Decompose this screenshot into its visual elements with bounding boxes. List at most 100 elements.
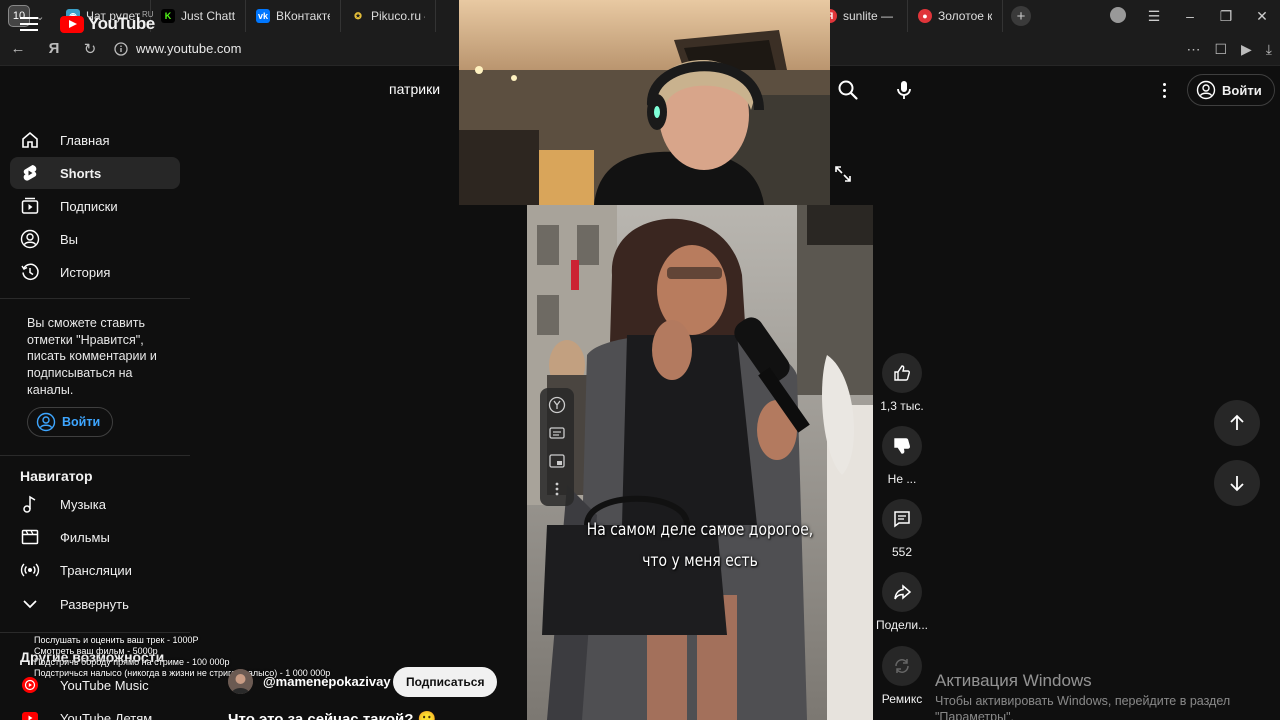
live-icon: [20, 563, 40, 577]
settings-more-icon[interactable]: [1157, 80, 1171, 100]
short-video-player[interactable]: [527, 205, 873, 720]
home-icon: [22, 131, 38, 148]
signin-button[interactable]: Войти: [1187, 74, 1275, 106]
next-short-button[interactable]: [1214, 460, 1260, 506]
streamer-webcam: [459, 0, 830, 205]
kick-icon: K: [161, 9, 175, 23]
sidebar-item-label: YouTube Music: [60, 678, 149, 693]
dislike-icon: [894, 438, 910, 454]
pikuco-icon: ✪: [354, 10, 362, 21]
video-subtitles: На самом деле самое дорогое, что у меня …: [558, 515, 842, 577]
activation-line: "Параметры".: [935, 710, 1014, 720]
sidebar-item-label: Подписки: [60, 199, 118, 214]
sidebar-item-youtube-kids[interactable]: YouTube Детям: [10, 702, 180, 720]
previous-short-button[interactable]: [1214, 400, 1260, 446]
short-video-frame: [527, 205, 873, 720]
tab-title: Just Chatting: [181, 9, 235, 23]
sidebar-item-label: YouTube Детям: [60, 711, 153, 720]
site-info-icon[interactable]: [114, 41, 128, 56]
window-controls: ☰ – ❐ ✕: [1100, 0, 1280, 32]
like-count: 1,3 тыс.: [880, 399, 924, 413]
subtitle-line: На самом деле самое дорогое,: [586, 520, 814, 540]
stream-donation-overlay: Послушать и оценить ваш трек - 1000Р Смо…: [34, 635, 330, 679]
like-button[interactable]: 1,3 тыс.: [876, 353, 928, 413]
sidebar-item-you[interactable]: Вы: [10, 223, 180, 255]
sidebar-signin-button[interactable]: Войти: [27, 407, 114, 437]
windows-activation-title: Активация Windows: [935, 671, 1092, 690]
webcam-image: [459, 0, 830, 205]
sidebar-item-label: Вы: [60, 232, 79, 247]
subscribe-button[interactable]: Подписаться: [393, 667, 498, 697]
navigator-section-title: Навигатор: [20, 468, 93, 484]
close-window-button[interactable]: ✕: [1244, 8, 1280, 25]
subtitles-icon[interactable]: [548, 424, 566, 442]
windows-activation-text: Чтобы активировать Windows, перейдите в …: [935, 693, 1230, 720]
search-icon[interactable]: [836, 78, 860, 102]
sidebar-item-history[interactable]: История: [10, 256, 180, 288]
search-input[interactable]: патрики: [389, 81, 440, 97]
share-icon: [894, 584, 912, 600]
microphone-icon[interactable]: [892, 78, 916, 102]
sidebar-item-home[interactable]: Главная: [10, 124, 180, 156]
sidebar-item-label: Развернуть: [60, 597, 129, 612]
channel-avatar[interactable]: [228, 669, 253, 694]
region-label: RU: [142, 10, 154, 19]
channel-name[interactable]: @mamenepokazivay: [263, 674, 391, 689]
signin-label: Войти: [62, 415, 101, 429]
sidebar-item-live[interactable]: Трансляции: [10, 554, 180, 586]
remix-icon: [895, 659, 909, 673]
share-button[interactable]: Подели...: [876, 572, 928, 632]
profile-icon[interactable]: [1100, 6, 1136, 26]
picture-in-picture-icon[interactable]: [548, 452, 566, 470]
share-label: Подели...: [876, 618, 929, 632]
sidebar-item-expand[interactable]: Развернуть: [10, 588, 180, 620]
short-title: Что это за сейчас такой? 😮: [228, 711, 437, 720]
youtube-logo[interactable]: YouTube RU: [60, 10, 155, 34]
sidebar-item-label: Shorts: [60, 166, 102, 181]
url-text: www.youtube.com: [136, 41, 242, 56]
comments-button[interactable]: 552: [876, 499, 928, 559]
browser-tab[interactable]: vk ВКонтакте: [246, 0, 341, 32]
minimize-button[interactable]: –: [1172, 8, 1208, 24]
browser-tab[interactable]: ✪ Pikuco.ru —: [341, 0, 436, 32]
browser-tab[interactable]: K Just Chatting: [151, 0, 246, 32]
sidebar-item-movies[interactable]: Фильмы: [10, 521, 180, 553]
sidebar-item-subscriptions[interactable]: Подписки: [10, 190, 180, 222]
browser-video-tools: [540, 388, 574, 506]
dislike-button[interactable]: Не ...: [876, 426, 928, 486]
chevron-down-icon: [23, 600, 37, 609]
you-icon: [20, 229, 40, 249]
back-button[interactable]: ←: [0, 40, 36, 57]
comment-count: 552: [891, 545, 913, 559]
vk-icon: vk: [256, 9, 270, 23]
tab-title: sunlite — Я: [843, 9, 897, 23]
more-icon[interactable]: ⋯: [1186, 41, 1200, 58]
tab-title: ВКонтакте: [276, 9, 330, 23]
sidebar-item-music[interactable]: Музыка: [10, 488, 180, 520]
hamburger-menu-icon[interactable]: [20, 14, 40, 34]
movies-icon: [21, 529, 39, 545]
new-tab-button[interactable]: +: [1011, 6, 1031, 26]
restore-button[interactable]: ❐: [1208, 8, 1244, 25]
sidebar-item-shorts[interactable]: Shorts: [10, 157, 180, 189]
more-options-icon[interactable]: [548, 480, 566, 498]
arrow-up-icon: [1230, 414, 1244, 430]
url-field[interactable]: www.youtube.com: [114, 41, 242, 56]
bookmark-icon[interactable]: ☐: [1214, 41, 1227, 58]
sidebar-item-label: Фильмы: [60, 530, 110, 545]
subtitle-line: что у меня есть: [642, 551, 758, 571]
sidebar-divider: [0, 455, 190, 456]
browser-menu-icon[interactable]: ☰: [1136, 8, 1172, 25]
video-popup-icon[interactable]: ▶: [1241, 41, 1252, 58]
reload-button[interactable]: ↻: [72, 40, 108, 58]
yandex-home-button[interactable]: Я: [36, 40, 72, 57]
shorts-icon: [23, 165, 37, 181]
expand-webcam-icon[interactable]: [833, 164, 853, 184]
downloads-icon[interactable]: ⤓: [1266, 41, 1272, 58]
yandex-alice-icon[interactable]: [548, 396, 566, 414]
sidebar-divider: [0, 632, 190, 633]
remix-button[interactable]: Ремикс: [876, 646, 928, 706]
address-bar-actions: ⋯ ☐ ▶ ⤓: [1186, 32, 1272, 66]
browser-tab[interactable]: ● Золотое ко: [908, 0, 1003, 32]
account-icon: [1196, 80, 1216, 100]
